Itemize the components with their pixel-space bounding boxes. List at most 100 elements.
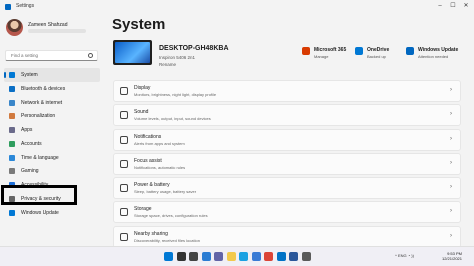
sidebar-item-accounts[interactable]: Accounts	[4, 137, 100, 151]
chevron-right-icon: ›	[450, 135, 452, 142]
update-icon	[9, 209, 15, 216]
maximize-button[interactable]: ☐	[449, 3, 457, 9]
card-title: Sound	[134, 109, 149, 116]
sidebar-item-network[interactable]: Network & internet	[4, 96, 100, 110]
system-tray[interactable]: ^ ENG ◔ ))	[395, 253, 414, 258]
globe-icon	[9, 154, 15, 161]
card-title: Notifications	[134, 133, 162, 140]
sidebar-item-time-language[interactable]: Time & language	[4, 151, 100, 165]
explorer-icon[interactable]	[226, 252, 236, 261]
sidebar-item-label: System	[21, 72, 38, 78]
avatar[interactable]	[6, 19, 23, 36]
sidebar-item-label: Accessibility	[21, 182, 49, 188]
quick-link-sub: Attention needed	[418, 54, 449, 59]
card-title: Power & battery	[134, 182, 170, 189]
card-subtitle: Alerts from apps and system	[134, 140, 185, 146]
card-notifications[interactable]: Notifications Alerts from apps and syste…	[113, 128, 461, 151]
search-icon[interactable]	[88, 53, 93, 58]
apps-icon	[9, 127, 15, 133]
search-input[interactable]: Find a setting	[5, 50, 98, 61]
bluetooth-icon	[9, 85, 15, 92]
desktop-wallpaper	[115, 42, 150, 63]
quick-link-title: Microsoft 365	[314, 47, 347, 53]
quick-link-title: Windows Update	[418, 47, 459, 53]
sidebar-item-gaming[interactable]: Gaming	[4, 164, 100, 178]
sidebar-item-privacy-security[interactable]: Privacy & security	[4, 192, 100, 206]
store-icon[interactable]	[251, 252, 261, 261]
controller-icon	[9, 168, 15, 175]
card-title: Focus assist	[134, 157, 162, 164]
rename-link[interactable]: Rename	[159, 62, 176, 67]
device-model: Inspiron 5406 2n1	[159, 55, 196, 60]
device-name: DESKTOP-GH48KBA	[159, 45, 229, 52]
search-icon[interactable]	[176, 252, 186, 261]
sidebar-item-label: Windows Update	[21, 209, 59, 216]
chevron-right-icon: ›	[450, 159, 452, 166]
quick-link-title: OneDrive	[367, 47, 390, 53]
sidebar-item-personalization[interactable]: Personalization	[4, 109, 100, 123]
sidebar-item-apps[interactable]: Apps	[4, 123, 100, 137]
card-power-battery[interactable]: Power & battery Sleep, battery usage, ba…	[113, 177, 461, 200]
card-subtitle: Notifications, automatic rules	[134, 164, 186, 170]
card-title: Display	[134, 85, 151, 91]
minimize-button[interactable]: –	[436, 3, 444, 9]
close-button[interactable]: ✕	[462, 3, 470, 9]
sidebar-item-label: Bluetooth & devices	[21, 85, 66, 92]
sidebar: Zameen Shahzad Find a setting System Blu…	[0, 14, 104, 246]
mail-icon[interactable]	[276, 252, 286, 261]
settings-icon[interactable]	[301, 252, 311, 261]
taskview-icon[interactable]	[189, 252, 198, 261]
sidebar-item-label: Gaming	[21, 168, 39, 175]
word-icon[interactable]	[289, 252, 298, 261]
user-email-redacted	[28, 29, 86, 33]
sidebar-item-system[interactable]: System	[4, 68, 100, 82]
card-subtitle: Sleep, battery usage, battery saver	[134, 189, 197, 195]
device-image	[113, 40, 152, 65]
card-nearby-sharing[interactable]: Nearby sharing Discoverability, received…	[113, 225, 461, 248]
sidebar-item-label: Personalization	[21, 113, 56, 120]
sidebar-item-windows-update[interactable]: Windows Update	[4, 206, 100, 220]
chevron-right-icon: ›	[450, 87, 452, 93]
chevron-right-icon: ›	[450, 111, 452, 118]
sidebar-item-accessibility[interactable]: Accessibility	[4, 178, 100, 192]
card-title: Nearby sharing	[134, 230, 168, 237]
sidebar-item-label: Time & language	[21, 154, 59, 161]
start-icon[interactable]	[164, 252, 173, 261]
power-icon	[120, 184, 128, 193]
page-title: System	[112, 16, 166, 33]
search-placeholder: Find a setting	[11, 53, 39, 58]
card-display[interactable]: Display Monitors, brightness, night ligh…	[113, 80, 461, 102]
card-sound[interactable]: Sound Volume levels, output, input, soun…	[113, 104, 461, 127]
storage-icon	[120, 208, 128, 217]
settings-app-icon	[5, 4, 11, 10]
sidebar-item-label: Privacy & security	[21, 195, 61, 202]
window-title: Settings	[16, 3, 35, 9]
chrome-icon[interactable]	[264, 252, 273, 261]
sidebar-item-label: Apps	[21, 127, 33, 133]
clock-date: 12/21/2021	[441, 256, 462, 261]
cloud-icon	[355, 47, 363, 55]
title-bar: Settings – ☐ ✕	[0, 0, 474, 14]
user-name: Zameen Shahzad	[28, 22, 68, 28]
display-icon	[120, 87, 128, 95]
sidebar-nav: System Bluetooth & devices Network & int…	[4, 68, 100, 219]
edge-icon[interactable]	[239, 252, 248, 261]
wifi-icon	[9, 99, 15, 106]
widgets-icon[interactable]	[201, 252, 211, 261]
accessibility-icon	[9, 182, 15, 188]
person-icon	[9, 140, 15, 147]
sidebar-item-bluetooth[interactable]: Bluetooth & devices	[4, 82, 100, 96]
shield-icon	[9, 195, 15, 202]
chevron-right-icon: ›	[450, 208, 452, 215]
clock[interactable]: 9:53 PM 12/21/2021	[442, 251, 462, 261]
card-subtitle: Monitors, brightness, night light, displ…	[134, 92, 217, 97]
card-focus-assist[interactable]: Focus assist Notifications, automatic ru…	[113, 152, 461, 175]
moon-icon	[120, 159, 128, 168]
main-content: System DESKTOP-GH48KBA Inspiron 5406 2n1…	[104, 14, 474, 248]
monitor-icon	[9, 72, 15, 78]
card-subtitle: Volume levels, output, input, sound devi…	[134, 116, 211, 122]
sidebar-item-label: Accounts	[21, 140, 42, 147]
quick-link-sub: Backed up	[367, 54, 386, 59]
chat-icon[interactable]	[214, 252, 223, 261]
card-storage[interactable]: Storage Storage space, drives, configura…	[113, 201, 461, 224]
